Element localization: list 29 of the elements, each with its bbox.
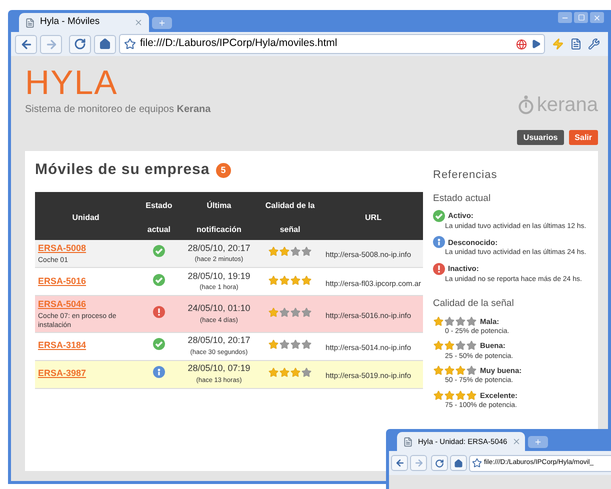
column-header: Calidad de la señal (265, 200, 315, 234)
unit-link[interactable]: ERSA-5016 (38, 274, 134, 288)
column-header: URL (365, 212, 382, 222)
logout-button[interactable]: Salir (568, 130, 598, 145)
logo: HYLA (25, 64, 119, 102)
page-title: Móviles de su empresa (35, 160, 210, 180)
notification-date: 28/05/10, 19:19 (188, 270, 250, 283)
column-header: Última notificación (196, 200, 242, 234)
column-header: Unidad (72, 212, 100, 222)
references-title: Referencias (433, 168, 498, 183)
section-title: Estado actual (433, 192, 492, 206)
tagline: Sistema de monitoreo de equipos Kerana (25, 103, 211, 117)
unit-link[interactable]: ERSA-5046 (38, 298, 134, 312)
notification-date: 24/05/10, 01:10 (188, 302, 250, 316)
unit-link[interactable]: ERSA-3987 (38, 367, 134, 381)
url-text: file:///D:/Laburos/IPCorp/Hyla/moviles.html (140, 36, 338, 52)
unit-link[interactable]: ERSA-5008 (38, 242, 134, 256)
notification-date: 28/05/10, 07:19 (188, 362, 250, 376)
unit-link[interactable]: ERSA-3184 (38, 339, 134, 353)
address-bar[interactable]: file:///D:/Laburos/IPCorp/Hyla/moviles.html (119, 34, 545, 54)
browser-tab[interactable]: Hyla - Móviles (19, 13, 149, 32)
count-badge: 5 (216, 162, 231, 178)
column-header: Estado actual (146, 200, 172, 234)
notification-date: 28/05/10, 20:17 (188, 334, 250, 348)
notification-date: 28/05/10, 20:17 (188, 242, 250, 255)
section-title: Calidad de la señal (433, 297, 515, 312)
kerana-logo: kerana (516, 94, 598, 116)
users-button[interactable]: Usuarios (517, 130, 564, 145)
tab-title: Hyla - Móviles (40, 15, 100, 30)
